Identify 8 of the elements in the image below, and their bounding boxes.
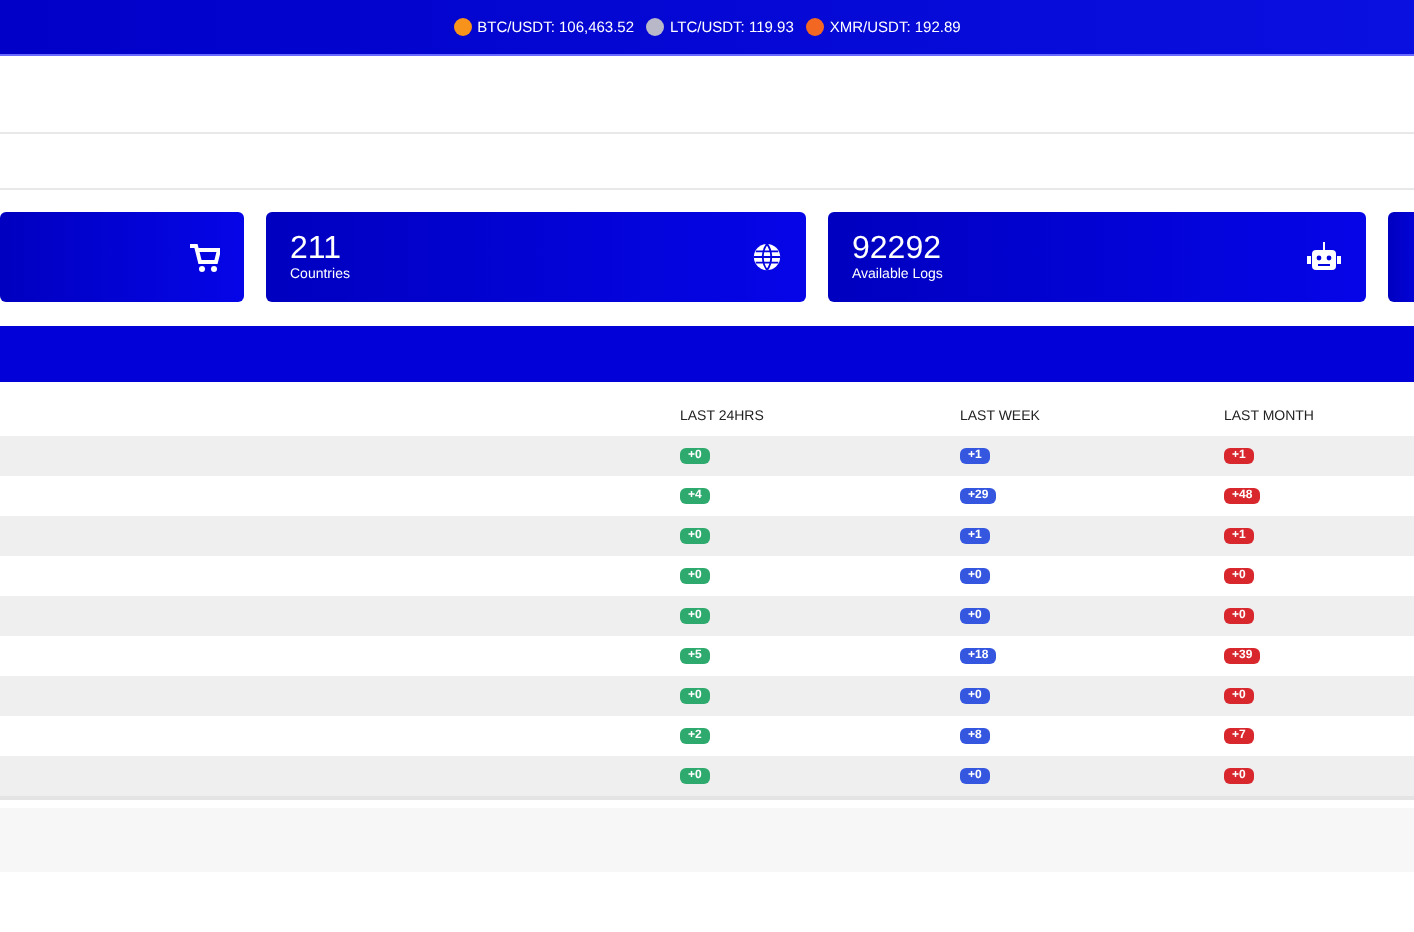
cart-icon [188, 241, 220, 273]
robot-icon [1306, 242, 1342, 272]
coin-icon [646, 18, 665, 36]
stat-value: 211 [290, 232, 344, 267]
globe-icon [752, 242, 782, 272]
coin-icon [805, 18, 824, 36]
coin-icon [453, 18, 472, 36]
stat-value: 92292 [852, 232, 943, 267]
